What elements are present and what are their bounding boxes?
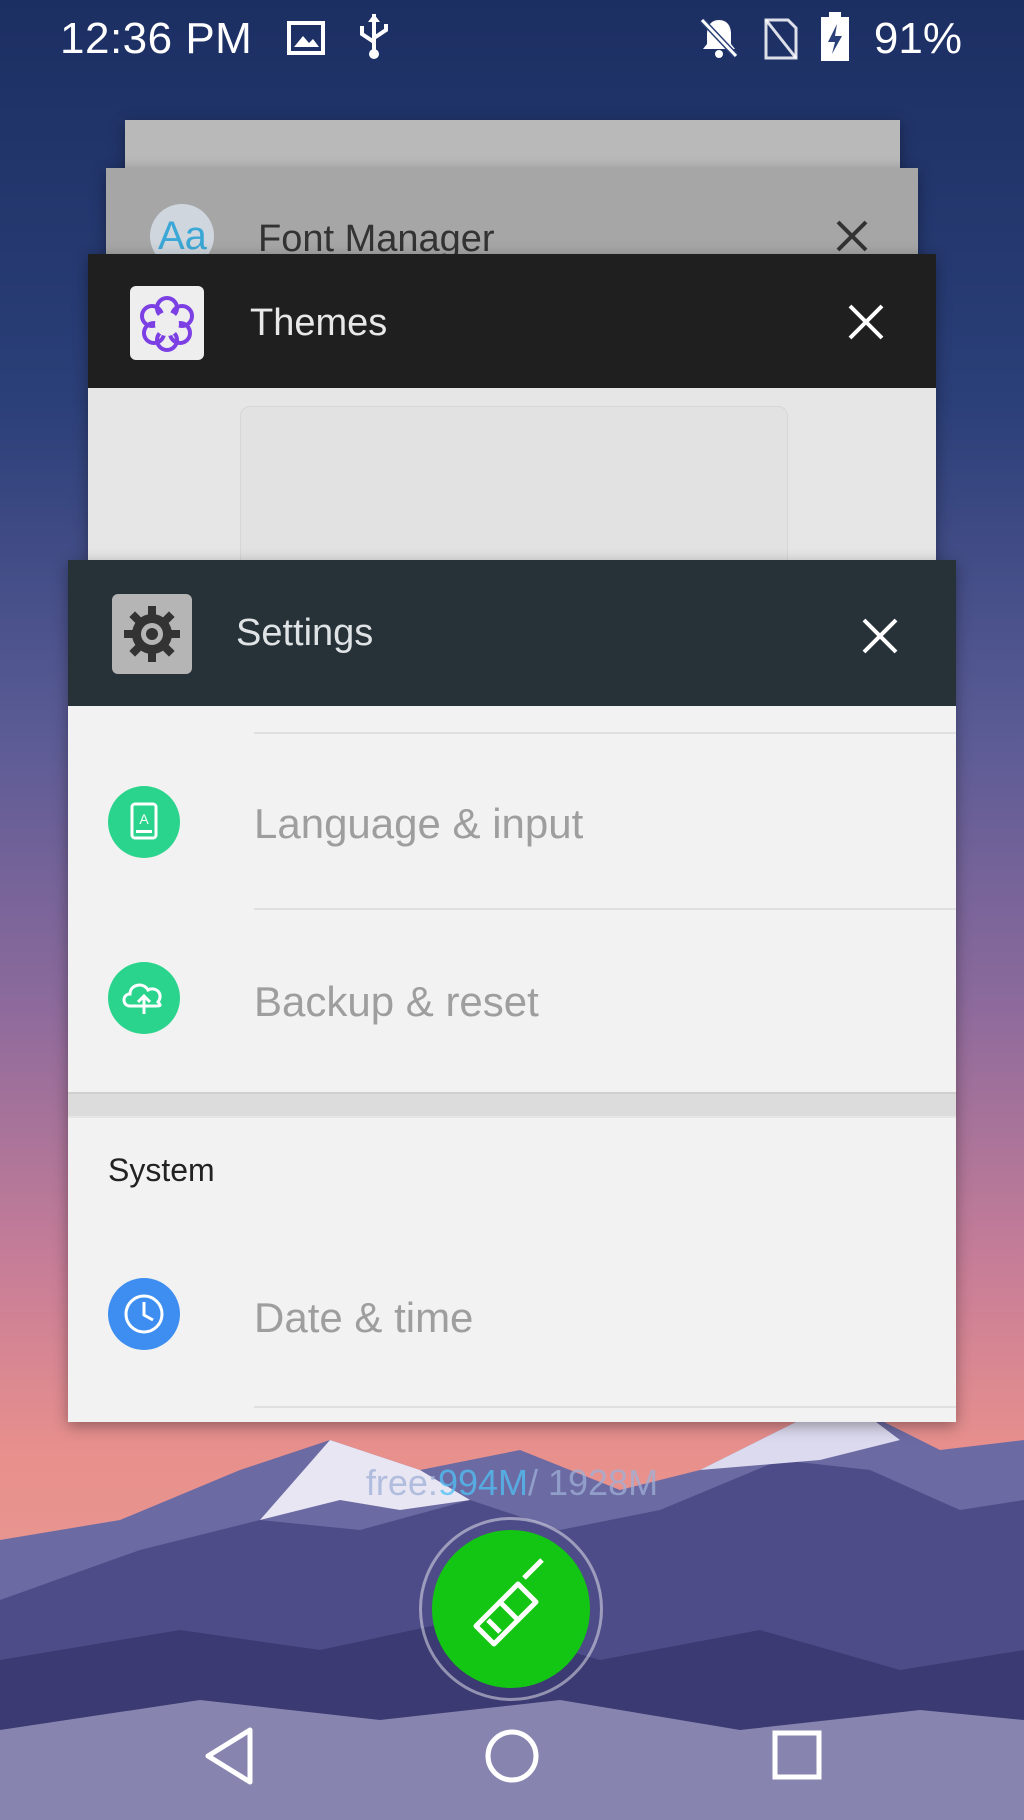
section-divider: [68, 1092, 956, 1118]
battery-percent: 91%: [873, 14, 962, 63]
notifications-off-icon: [699, 17, 739, 59]
language-icon: A: [108, 786, 180, 858]
recent-card-settings[interactable]: Settings A Language & input Backup & res…: [68, 560, 956, 1422]
row-label: Language & input: [254, 800, 584, 847]
settings-list-preview: A Language & input Backup & reset System: [68, 706, 956, 1422]
usb-icon: [360, 14, 388, 59]
status-bar: 12:36 PM 91%: [0, 0, 1024, 76]
clear-all-button[interactable]: [432, 1530, 590, 1688]
svg-text:A: A: [139, 811, 149, 827]
backup-cloud-icon: [108, 962, 180, 1034]
themes-header: [88, 254, 936, 388]
home-icon[interactable]: [482, 1726, 542, 1786]
memory-free: 994M: [437, 1462, 528, 1503]
back-icon[interactable]: [200, 1724, 260, 1788]
close-icon[interactable]: [846, 302, 886, 342]
clock-icon: [108, 1278, 180, 1350]
row-label: Date & time: [254, 1294, 474, 1341]
recents-icon[interactable]: [770, 1728, 824, 1782]
memory-info: free:994M/ 1928M: [0, 1462, 1024, 1504]
status-time: 12:36 PM: [60, 14, 253, 63]
close-icon[interactable]: [832, 216, 872, 256]
close-icon[interactable]: [860, 616, 900, 656]
row-label: Backup & reset: [254, 978, 539, 1025]
divider: [254, 732, 956, 734]
card-title-themes: Themes: [250, 302, 388, 344]
battery-charging-icon: [821, 12, 849, 61]
themes-flower-icon: [130, 286, 204, 360]
divider: [254, 908, 956, 910]
recent-card-themes[interactable]: Themes: [88, 254, 936, 564]
card-title-settings: Settings: [236, 612, 374, 654]
section-title: System: [108, 1152, 215, 1188]
navigation-bar: [0, 1700, 1024, 1820]
memory-prefix: free:: [365, 1462, 438, 1503]
image-icon: [287, 21, 325, 55]
settings-header: [68, 560, 956, 706]
themes-preview-panel: [240, 406, 788, 564]
no-sim-icon: [764, 18, 798, 60]
memory-sep: /: [528, 1462, 549, 1503]
memory-total: 1928M: [548, 1462, 659, 1503]
broom-icon: [473, 1558, 544, 1647]
divider: [254, 1406, 956, 1408]
settings-gear-icon: [112, 594, 192, 674]
